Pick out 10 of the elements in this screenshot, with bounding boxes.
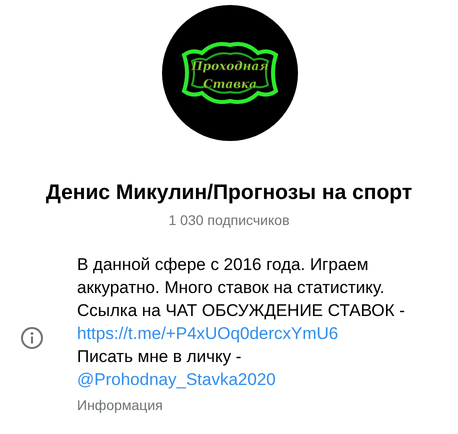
channel-name: Денис Микулин/Прогнозы на спорт [46,181,412,205]
link[interactable]: @Prohodnay_Stavka2020 [77,368,276,391]
subscriber-count: 1 030 подписчиков [168,212,290,228]
description-text: Писать мне в личку - [77,346,242,368]
info-icon [20,326,44,350]
info-label: Информация [77,397,164,413]
description-text: Ссылка на ЧАТ ОБСУЖДЕНИЕ СТАВОК - [77,300,405,322]
description-text: аккуратно. Много ставок на статистику. [77,277,384,299]
description-text: В данной сфере с 2016 года. Играем [77,254,368,276]
link[interactable]: https://t.me/+P4xUOq0dercxYmU6 [77,322,338,345]
